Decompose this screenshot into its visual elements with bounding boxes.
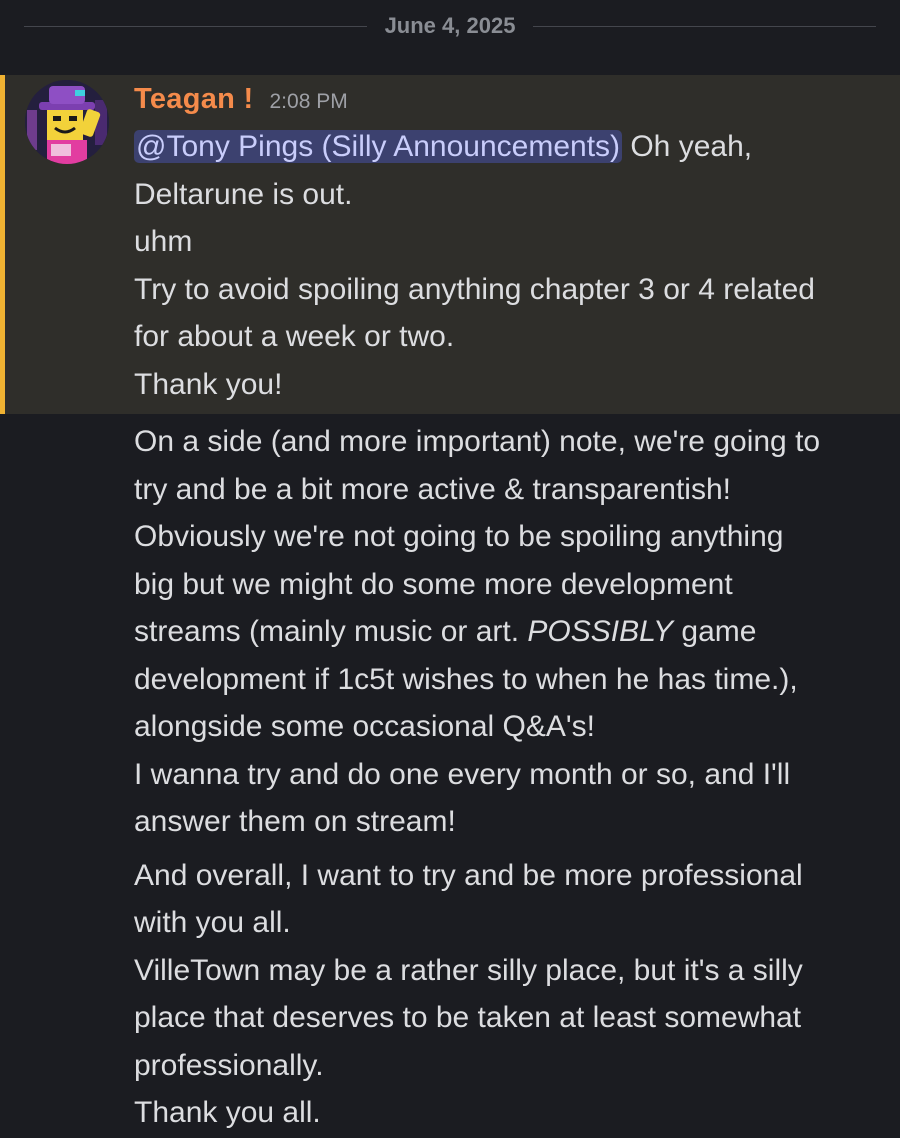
user-mention[interactable]: @Tony Pings (Silly Announcements): [134, 130, 623, 163]
message-line: with you all.: [134, 906, 291, 939]
author-name[interactable]: Teagan !: [134, 83, 254, 116]
message-line: On a side (and more important) note, we'…: [134, 425, 821, 458]
message-line: try and be a bit more active & transpare…: [134, 472, 731, 506]
message-line: for about a week or two.: [134, 320, 455, 353]
message-line-text: streams (mainly music or art.: [134, 615, 528, 648]
message-group: Teagan ! 2:08 PM @Tony Pings (Silly Anno…: [0, 75, 900, 1137]
message-line: streams (mainly music or art. POSSIBLY g…: [134, 608, 880, 656]
message-paragraph-2: And overall, I want to try and be more p…: [134, 852, 880, 1137]
message-header: Teagan ! 2:08 PM: [134, 83, 880, 123]
message-line: professionally.: [134, 1048, 324, 1082]
message-line: development if 1c5t wishes to when he ha…: [134, 662, 798, 696]
message-timestamp[interactable]: 2:08 PM: [270, 90, 348, 114]
message-line: place that deserves to be taken at least…: [134, 1001, 802, 1034]
message-line: VilleTown may be a rather silly place, b…: [134, 953, 803, 987]
divider-date: June 4, 2025: [384, 13, 516, 38]
message-body-continued: On a side (and more important) note, we'…: [0, 414, 900, 1137]
message-line-text: Oh yeah,: [622, 130, 753, 163]
divider-line-left: [24, 25, 367, 27]
message-line: answer them on stream!: [134, 805, 456, 838]
message-line: Obviously we're not going to be spoiling…: [134, 520, 784, 553]
message-line: Thank you!: [134, 367, 283, 401]
message-line: I wanna try and do one every month or so…: [134, 757, 791, 791]
message-line: Try to avoid spoiling anything chapter 3…: [134, 272, 815, 306]
message-line: @Tony Pings (Silly Announcements) Oh yea…: [134, 123, 880, 171]
message-line: Deltarune is out.: [134, 177, 353, 211]
message-paragraph-1: On a side (and more important) note, we'…: [134, 418, 880, 846]
message-line: alongside some occasional Q&A's!: [134, 710, 595, 743]
message-line-text: game: [673, 615, 757, 648]
message-line: Thank you all.: [134, 1096, 321, 1129]
mention-highlight-block: Teagan ! 2:08 PM @Tony Pings (Silly Anno…: [0, 75, 900, 414]
date-divider: June 4, 2025: [24, 8, 876, 44]
divider-line-right: [533, 25, 876, 27]
roblox-avatar-icon[interactable]: [25, 80, 109, 164]
message-line: big but we might do some more developmen…: [134, 567, 733, 601]
message-line: uhm: [134, 225, 193, 258]
message-line: And overall, I want to try and be more p…: [134, 858, 803, 892]
italic-text: POSSIBLY: [527, 615, 674, 648]
